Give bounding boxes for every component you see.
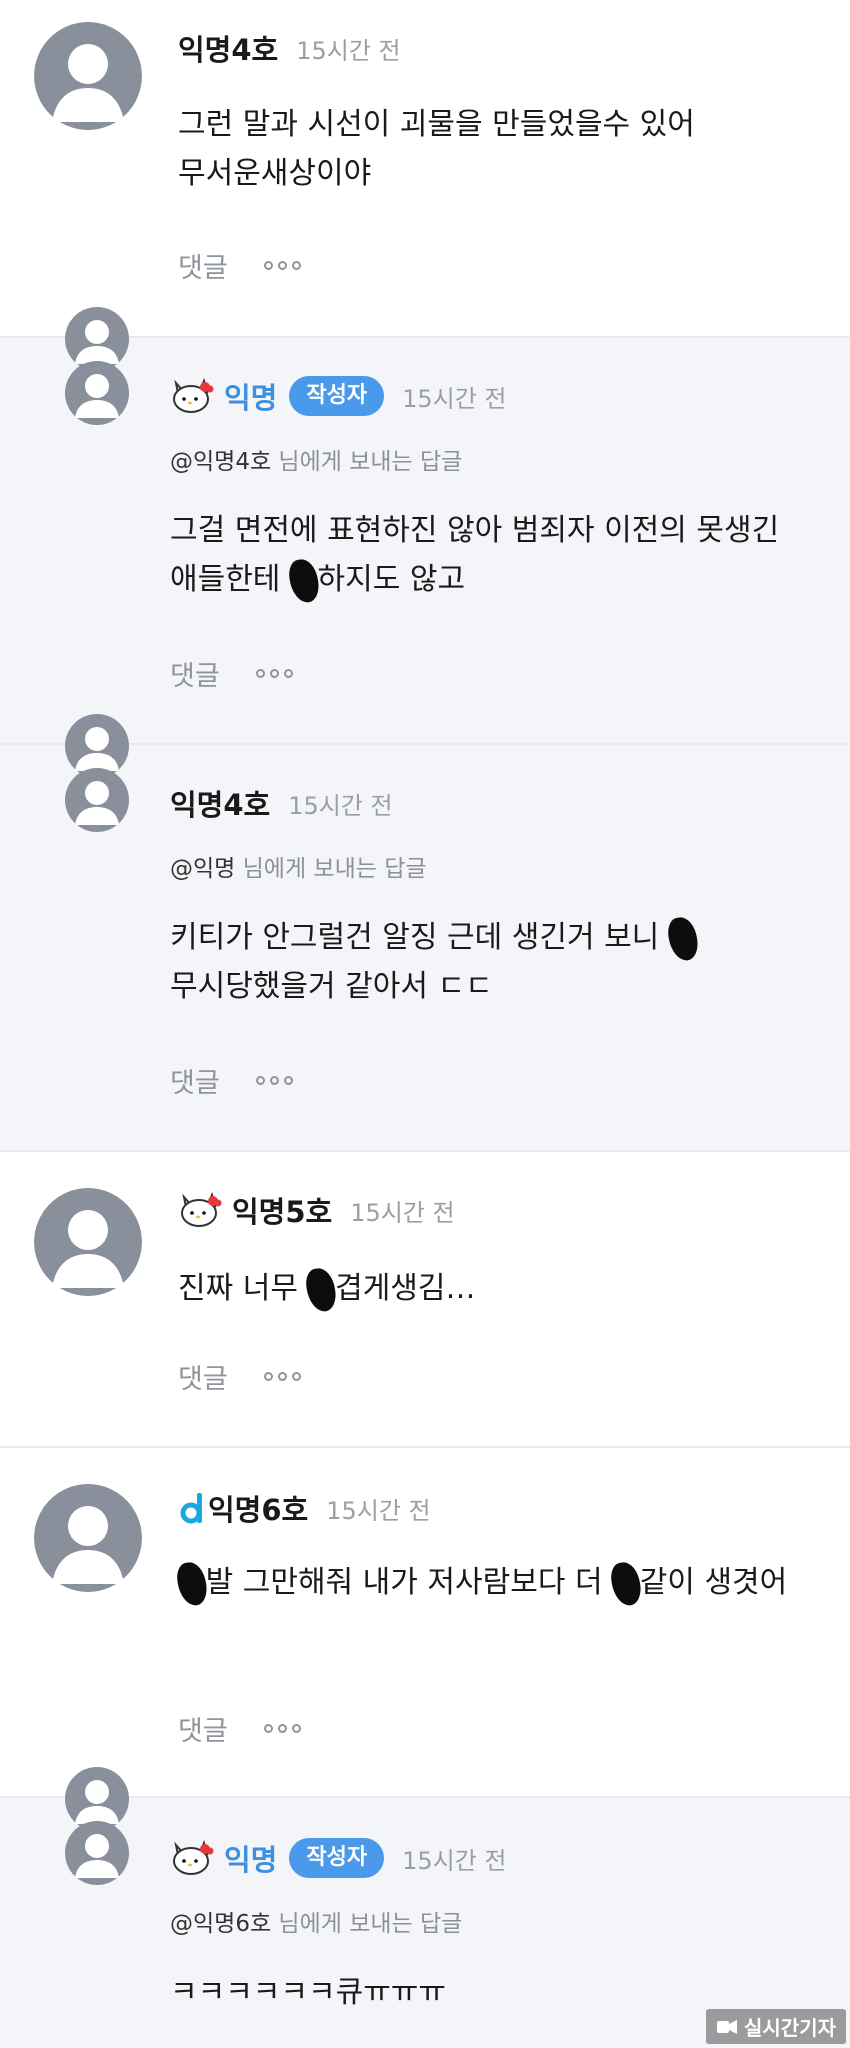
comment-time: 15시간 전 bbox=[402, 1846, 507, 1875]
mention-target[interactable]: @익명6호 bbox=[170, 1911, 271, 1937]
comment-item: 익명4호 15시간 전 그런 말과 시선이 괴물을 만들었을수 있어 무서운새상… bbox=[0, 0, 850, 338]
censored-word: 욕 bbox=[287, 557, 321, 604]
comment-time: 15시간 전 bbox=[326, 1496, 431, 1525]
comment-text: 진짜 너무 bbox=[178, 1271, 308, 1306]
default-profile-icon bbox=[34, 1484, 142, 1592]
comment-author[interactable]: 익명6호 bbox=[208, 1487, 308, 1529]
comment-thread: 익명4호 15시간 전 그런 말과 시선이 괴물을 만들었을수 있어 무서운새상… bbox=[0, 0, 850, 2048]
censored-word: 개 bbox=[665, 915, 700, 962]
more-options-icon[interactable] bbox=[255, 668, 293, 678]
reply-item: 익명 작성자 15시간 전 @익명4호 님에게 보내는 답글 그걸 면전에 표현… bbox=[0, 307, 850, 745]
comment-text: 무시당했을거 같아서 ㄷㄷ bbox=[170, 969, 493, 1004]
comment-body: 그런 말과 시선이 괴물을 만들었을수 있어 무서운새상이야 bbox=[178, 100, 850, 198]
reply-item: 익명4호 15시간 전 @익명 님에게 보내는 답글 키티가 안그럴건 알징 근… bbox=[0, 714, 850, 1152]
reply-button[interactable]: 댓글 bbox=[178, 1709, 228, 1748]
comment-author[interactable]: 익명 bbox=[224, 1837, 277, 1879]
comment-item: 익명5호 15시간 전 진짜 너무 역겹게생김… 댓글 bbox=[0, 1152, 850, 1448]
comment-time: 15시간 전 bbox=[350, 1198, 455, 1227]
hello-kitty-icon bbox=[170, 377, 214, 415]
comment-time: 15시간 전 bbox=[288, 791, 393, 820]
watermark-logo-icon bbox=[716, 2018, 738, 2036]
reply-mention: @익명4호 님에게 보내는 답글 bbox=[170, 442, 462, 476]
comment-item: 익명6호 15시간 전 시발 그만해줘 내가 저사람보다 더 좆같이 생겻어 댓… bbox=[0, 1448, 850, 1798]
comment-body: 그걸 면전에 표현하진 않아 범죄자 이전의 못생긴 애들한테 욕하지도 않고 bbox=[170, 506, 850, 604]
comment-text: 겹게생김… bbox=[335, 1271, 476, 1306]
comment-author[interactable]: 익명4호 bbox=[178, 27, 278, 69]
hello-kitty-icon bbox=[178, 1191, 222, 1229]
comment-time: 15시간 전 bbox=[296, 36, 401, 65]
reply-mention: @익명 님에게 보내는 답글 bbox=[170, 849, 427, 883]
reply-thread-icon bbox=[64, 1766, 130, 1886]
more-options-icon[interactable] bbox=[263, 1723, 301, 1733]
censored-word: 시 bbox=[175, 1560, 209, 1607]
comment-author[interactable]: 익명5호 bbox=[232, 1189, 332, 1231]
watermark-text: 실시간기자 bbox=[744, 2016, 836, 2040]
comment-text: ㅋㅋㅋㅋㅋㅋ큐ㅠㅠㅠ bbox=[170, 1975, 446, 2010]
profile-avatar[interactable] bbox=[34, 22, 142, 130]
censored-word: 역 bbox=[304, 1266, 338, 1313]
comment-text: 키티가 안그럴건 알징 근데 생긴거 보니 bbox=[170, 920, 669, 955]
comment-time: 15시간 전 bbox=[402, 384, 507, 413]
reply-button[interactable]: 댓글 bbox=[178, 246, 228, 285]
comment-text: 발 그만해줘 내가 저사람보다 더 bbox=[205, 1565, 613, 1600]
reply-mention: @익명6호 님에게 보내는 답글 bbox=[170, 1904, 462, 1938]
comment-body: 진짜 너무 역겹게생김… bbox=[178, 1264, 850, 1313]
mention-target[interactable]: @익명4호 bbox=[170, 449, 271, 475]
profile-avatar[interactable] bbox=[34, 1484, 142, 1592]
hello-kitty-icon bbox=[170, 1839, 214, 1877]
d-logo-icon bbox=[178, 1491, 204, 1525]
mention-suffix: 님에게 보내는 답글 bbox=[235, 856, 427, 882]
more-options-icon[interactable] bbox=[263, 1371, 301, 1381]
reply-button[interactable]: 댓글 bbox=[178, 1357, 228, 1396]
mention-target[interactable]: @익명 bbox=[170, 856, 235, 882]
more-options-icon[interactable] bbox=[263, 260, 301, 270]
reply-button[interactable]: 댓글 bbox=[170, 1061, 220, 1100]
comment-text: 그걸 면전에 표현하진 않아 범죄자 이전의 못생긴 애들한테 bbox=[170, 513, 780, 597]
reply-button[interactable]: 댓글 bbox=[170, 654, 220, 693]
author-badge: 작성자 bbox=[289, 1838, 385, 1878]
comment-author[interactable]: 익명 bbox=[224, 375, 277, 417]
default-profile-icon bbox=[34, 1188, 142, 1296]
comment-text: 같이 생겻어 bbox=[639, 1565, 788, 1600]
comment-body: 시발 그만해줘 내가 저사람보다 더 좆같이 생겻어 bbox=[175, 1558, 850, 1607]
mention-suffix: 님에게 보내는 답글 bbox=[271, 449, 463, 475]
reply-thread-icon bbox=[64, 306, 130, 426]
comment-text: 그런 말과 시선이 괴물을 만들었을수 있어 무서운새상이야 bbox=[178, 107, 695, 191]
comment-text: 하지도 않고 bbox=[317, 562, 466, 597]
mention-suffix: 님에게 보내는 답글 bbox=[271, 1911, 463, 1937]
comment-body: 키티가 안그럴건 알징 근데 생긴거 보니 개무시당했을거 같아서 ㄷㄷ bbox=[170, 913, 850, 1011]
default-profile-icon bbox=[34, 22, 142, 130]
watermark: 실시간기자 bbox=[706, 2009, 846, 2044]
censored-word: 좆 bbox=[609, 1560, 643, 1607]
profile-avatar[interactable] bbox=[34, 1188, 142, 1296]
reply-thread-icon bbox=[64, 713, 130, 833]
comment-author[interactable]: 익명4호 bbox=[170, 782, 270, 824]
author-badge: 작성자 bbox=[289, 376, 385, 416]
more-options-icon[interactable] bbox=[255, 1075, 293, 1085]
